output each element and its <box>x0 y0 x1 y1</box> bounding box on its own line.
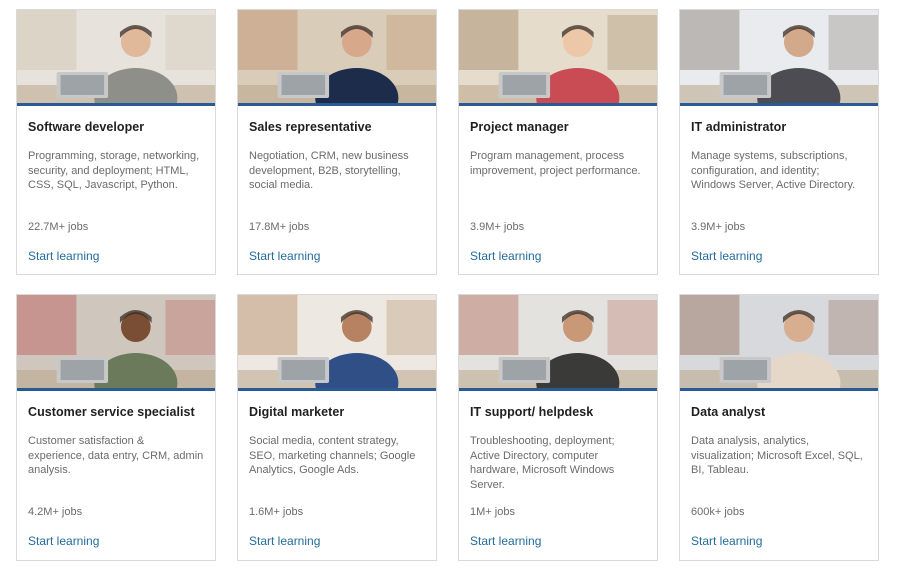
start-learning-link[interactable]: Start learning <box>249 249 320 263</box>
jobs-count: 3.9M+ jobs <box>470 221 525 233</box>
start-learning-link[interactable]: Start learning <box>691 249 762 263</box>
career-card-sales-representative[interactable]: Sales representative Negotiation, CRM, ne… <box>237 9 437 275</box>
card-body: Sales representative Negotiation, CRM, ne… <box>238 106 436 211</box>
card-title[interactable]: Customer service specialist <box>28 405 204 421</box>
career-card-digital-marketer[interactable]: Digital marketer Social media, content st… <box>237 294 437 561</box>
jobs-count: 3.9M+ jobs <box>691 221 746 233</box>
card-description: Social media, content strategy, SEO, mar… <box>249 435 416 476</box>
career-photo[interactable] <box>680 295 878 391</box>
card-body: Digital marketer Social media, content st… <box>238 391 436 496</box>
card-title[interactable]: Data analyst <box>691 405 867 421</box>
card-description: Program management, process improvement,… <box>470 150 641 177</box>
card-description: Troubleshooting, deployment; Active Dire… <box>470 435 615 491</box>
card-title[interactable]: IT administrator <box>691 120 867 136</box>
card-description: Negotiation, CRM, new business developme… <box>249 150 409 191</box>
start-learning-link[interactable]: Start learning <box>28 249 99 263</box>
jobs-count: 1.6M+ jobs <box>249 506 304 518</box>
career-photo[interactable] <box>17 10 215 106</box>
card-body: IT administrator Manage systems, subscrip… <box>680 106 878 211</box>
card-body: Software developer Programming, storage, … <box>17 106 215 211</box>
jobs-count: 4.2M+ jobs <box>28 506 83 518</box>
career-photo[interactable] <box>238 10 436 106</box>
career-card-customer-service-specialist[interactable]: Customer service specialist Customer sati… <box>16 294 216 561</box>
start-learning-link[interactable]: Start learning <box>249 534 320 548</box>
card-title[interactable]: IT support/ helpdesk <box>470 405 646 421</box>
card-body: Data analyst Data analysis, analytics, vi… <box>680 391 878 496</box>
jobs-count: 17.8M+ jobs <box>249 221 310 233</box>
career-card-software-developer[interactable]: Software developer Programming, storage, … <box>16 9 216 275</box>
card-description: Data analysis, analytics, visualization;… <box>691 435 863 476</box>
card-body: Project manager Program management, proce… <box>459 106 657 211</box>
career-card-data-analyst[interactable]: Data analyst Data analysis, analytics, vi… <box>679 294 879 561</box>
start-learning-link[interactable]: Start learning <box>470 249 541 263</box>
card-title[interactable]: Digital marketer <box>249 405 425 421</box>
career-card-grid: Software developer Programming, storage, … <box>16 9 879 561</box>
jobs-count: 600k+ jobs <box>691 506 745 518</box>
career-card-it-support-helpdesk[interactable]: IT support/ helpdesk Troubleshooting, dep… <box>458 294 658 561</box>
career-photo[interactable] <box>459 10 657 106</box>
jobs-count: 22.7M+ jobs <box>28 221 89 233</box>
career-photo[interactable] <box>680 10 878 106</box>
card-title[interactable]: Software developer <box>28 120 204 136</box>
career-photo[interactable] <box>238 295 436 391</box>
card-title[interactable]: Project manager <box>470 120 646 136</box>
career-card-it-administrator[interactable]: IT administrator Manage systems, subscrip… <box>679 9 879 275</box>
card-title[interactable]: Sales representative <box>249 120 425 136</box>
career-photo[interactable] <box>17 295 215 391</box>
start-learning-link[interactable]: Start learning <box>28 534 99 548</box>
start-learning-link[interactable]: Start learning <box>470 534 541 548</box>
career-card-project-manager[interactable]: Project manager Program management, proce… <box>458 9 658 275</box>
card-description: Programming, storage, networking, securi… <box>28 150 200 191</box>
jobs-count: 1M+ jobs <box>470 506 515 518</box>
card-body: IT support/ helpdesk Troubleshooting, dep… <box>459 391 657 496</box>
card-body: Customer service specialist Customer sati… <box>17 391 215 496</box>
card-description: Customer satisfaction & experience, data… <box>28 435 204 476</box>
career-photo[interactable] <box>459 295 657 391</box>
start-learning-link[interactable]: Start learning <box>691 534 762 548</box>
card-description: Manage systems, subscriptions, configura… <box>691 150 856 191</box>
